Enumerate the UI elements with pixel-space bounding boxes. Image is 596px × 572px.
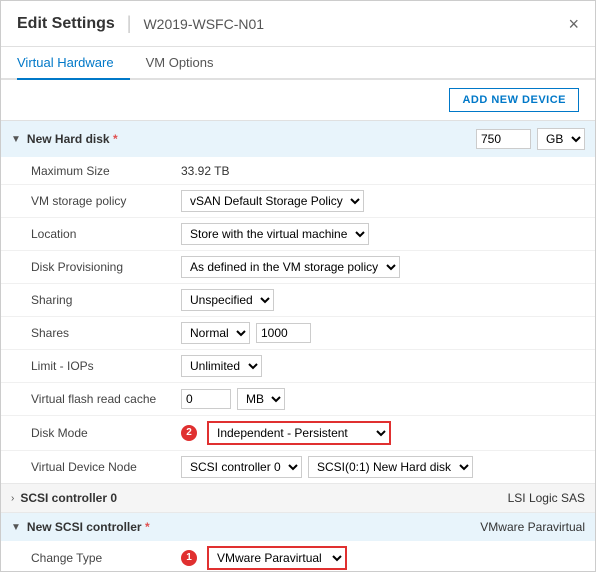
value-virtual-flash: MB	[181, 388, 585, 410]
add-new-device-button[interactable]: ADD NEW DEVICE	[449, 88, 579, 112]
badge-1: 1	[181, 550, 197, 566]
section-header-scsi-controller[interactable]: › SCSI controller 0 LSI Logic SAS	[1, 484, 595, 512]
value-shares: Normal	[181, 322, 585, 344]
label-limit-iops: Limit - IOPs	[31, 359, 181, 373]
badge-2: 2	[181, 425, 197, 441]
dialog-header: Edit Settings | W2019-WSFC-N01 ×	[1, 1, 595, 47]
dialog-vm-name: W2019-WSFC-N01	[143, 16, 264, 32]
sharing-select[interactable]: Unspecified	[181, 289, 274, 311]
label-shares: Shares	[31, 326, 181, 340]
label-change-type: Change Type	[31, 551, 181, 565]
location-select[interactable]: Store with the virtual machine	[181, 223, 369, 245]
value-change-type: 1 VMware Paravirtual LSI Logic SAS LSI L…	[181, 546, 585, 570]
tabs-bar: Virtual Hardware VM Options	[1, 47, 595, 80]
section-header-new-scsi[interactable]: ▼ New SCSI controller * VMware Paravirtu…	[1, 513, 595, 541]
dialog-separator: |	[127, 13, 132, 34]
hard-disk-size-input[interactable]	[476, 129, 531, 149]
vm-storage-policy-select[interactable]: vSAN Default Storage Policy	[181, 190, 364, 212]
label-disk-mode: Disk Mode	[31, 426, 181, 440]
section-title-scsi-controller: SCSI controller 0	[20, 491, 507, 505]
virtual-flash-input[interactable]	[181, 389, 231, 409]
row-maximum-size: Maximum Size 33.92 TB	[1, 157, 595, 185]
hard-disk-unit-select[interactable]: GBTBMB	[537, 128, 585, 150]
label-vm-storage-policy: VM storage policy	[31, 194, 181, 208]
value-limit-iops: Unlimited	[181, 355, 585, 377]
value-vm-storage-policy: vSAN Default Storage Policy	[181, 190, 585, 212]
dialog-title: Edit Settings	[17, 15, 115, 33]
row-shares: Shares Normal	[1, 317, 595, 350]
scsi-controller-value: LSI Logic SAS	[508, 491, 585, 505]
label-maximum-size: Maximum Size	[31, 164, 181, 178]
value-virtual-device-node: SCSI controller 0 SCSI(0:1) New Hard dis…	[181, 456, 585, 478]
limit-iops-select[interactable]: Unlimited	[181, 355, 262, 377]
label-sharing: Sharing	[31, 293, 181, 307]
value-sharing: Unspecified	[181, 289, 585, 311]
section-header-hard-disk[interactable]: ▼ New Hard disk * GBTBMB	[1, 121, 595, 157]
row-vm-storage-policy: VM storage policy vSAN Default Storage P…	[1, 185, 595, 218]
value-maximum-size: 33.92 TB	[181, 164, 585, 178]
section-scsi-controller: › SCSI controller 0 LSI Logic SAS	[1, 484, 595, 513]
shares-select[interactable]: Normal	[181, 322, 250, 344]
tab-virtual-hardware[interactable]: Virtual Hardware	[17, 47, 130, 80]
row-virtual-flash: Virtual flash read cache MB	[1, 383, 595, 416]
chevron-icon-new-scsi: ▼	[11, 522, 21, 533]
value-disk-mode: 2 Independent - Persistent Dependent Ind…	[181, 421, 585, 445]
value-location: Store with the virtual machine	[181, 223, 585, 245]
tab-vm-options[interactable]: VM Options	[146, 47, 230, 80]
change-type-select[interactable]: VMware Paravirtual LSI Logic SAS LSI Log…	[207, 546, 347, 570]
virtual-flash-unit-select[interactable]: MB	[237, 388, 285, 410]
label-location: Location	[31, 227, 181, 241]
chevron-icon: ▼	[11, 134, 21, 145]
section-new-scsi-controller: ▼ New SCSI controller * VMware Paravirtu…	[1, 513, 595, 571]
label-virtual-device-node: Virtual Device Node	[31, 460, 181, 474]
device-node-controller-select[interactable]: SCSI controller 0	[181, 456, 302, 478]
new-scsi-value: VMware Paravirtual	[480, 520, 585, 534]
disk-provisioning-select[interactable]: As defined in the VM storage policy	[181, 256, 400, 278]
edit-settings-dialog: Edit Settings | W2019-WSFC-N01 × Virtual…	[0, 0, 596, 572]
toolbar: ADD NEW DEVICE	[1, 80, 595, 121]
value-disk-provisioning: As defined in the VM storage policy	[181, 256, 585, 278]
label-virtual-flash: Virtual flash read cache	[31, 392, 181, 406]
section-new-hard-disk: ▼ New Hard disk * GBTBMB Maximum Size 33…	[1, 121, 595, 484]
close-button[interactable]: ×	[568, 15, 579, 33]
device-node-disk-select[interactable]: SCSI(0:1) New Hard disk	[308, 456, 473, 478]
section-title-hard-disk: New Hard disk *	[27, 132, 476, 146]
row-virtual-device-node: Virtual Device Node SCSI controller 0 SC…	[1, 451, 595, 483]
row-location: Location Store with the virtual machine	[1, 218, 595, 251]
row-disk-provisioning: Disk Provisioning As defined in the VM s…	[1, 251, 595, 284]
hard-disk-size-value: GBTBMB	[476, 128, 585, 150]
section-title-new-scsi: New SCSI controller *	[27, 520, 480, 534]
label-disk-provisioning: Disk Provisioning	[31, 260, 181, 274]
row-disk-mode: Disk Mode 2 Independent - Persistent Dep…	[1, 416, 595, 451]
content-area: ▼ New Hard disk * GBTBMB Maximum Size 33…	[1, 121, 595, 571]
row-limit-iops: Limit - IOPs Unlimited	[1, 350, 595, 383]
shares-input[interactable]	[256, 323, 311, 343]
chevron-icon-scsi: ›	[11, 493, 14, 504]
row-sharing: Sharing Unspecified	[1, 284, 595, 317]
disk-mode-select[interactable]: Independent - Persistent Dependent Indep…	[207, 421, 391, 445]
